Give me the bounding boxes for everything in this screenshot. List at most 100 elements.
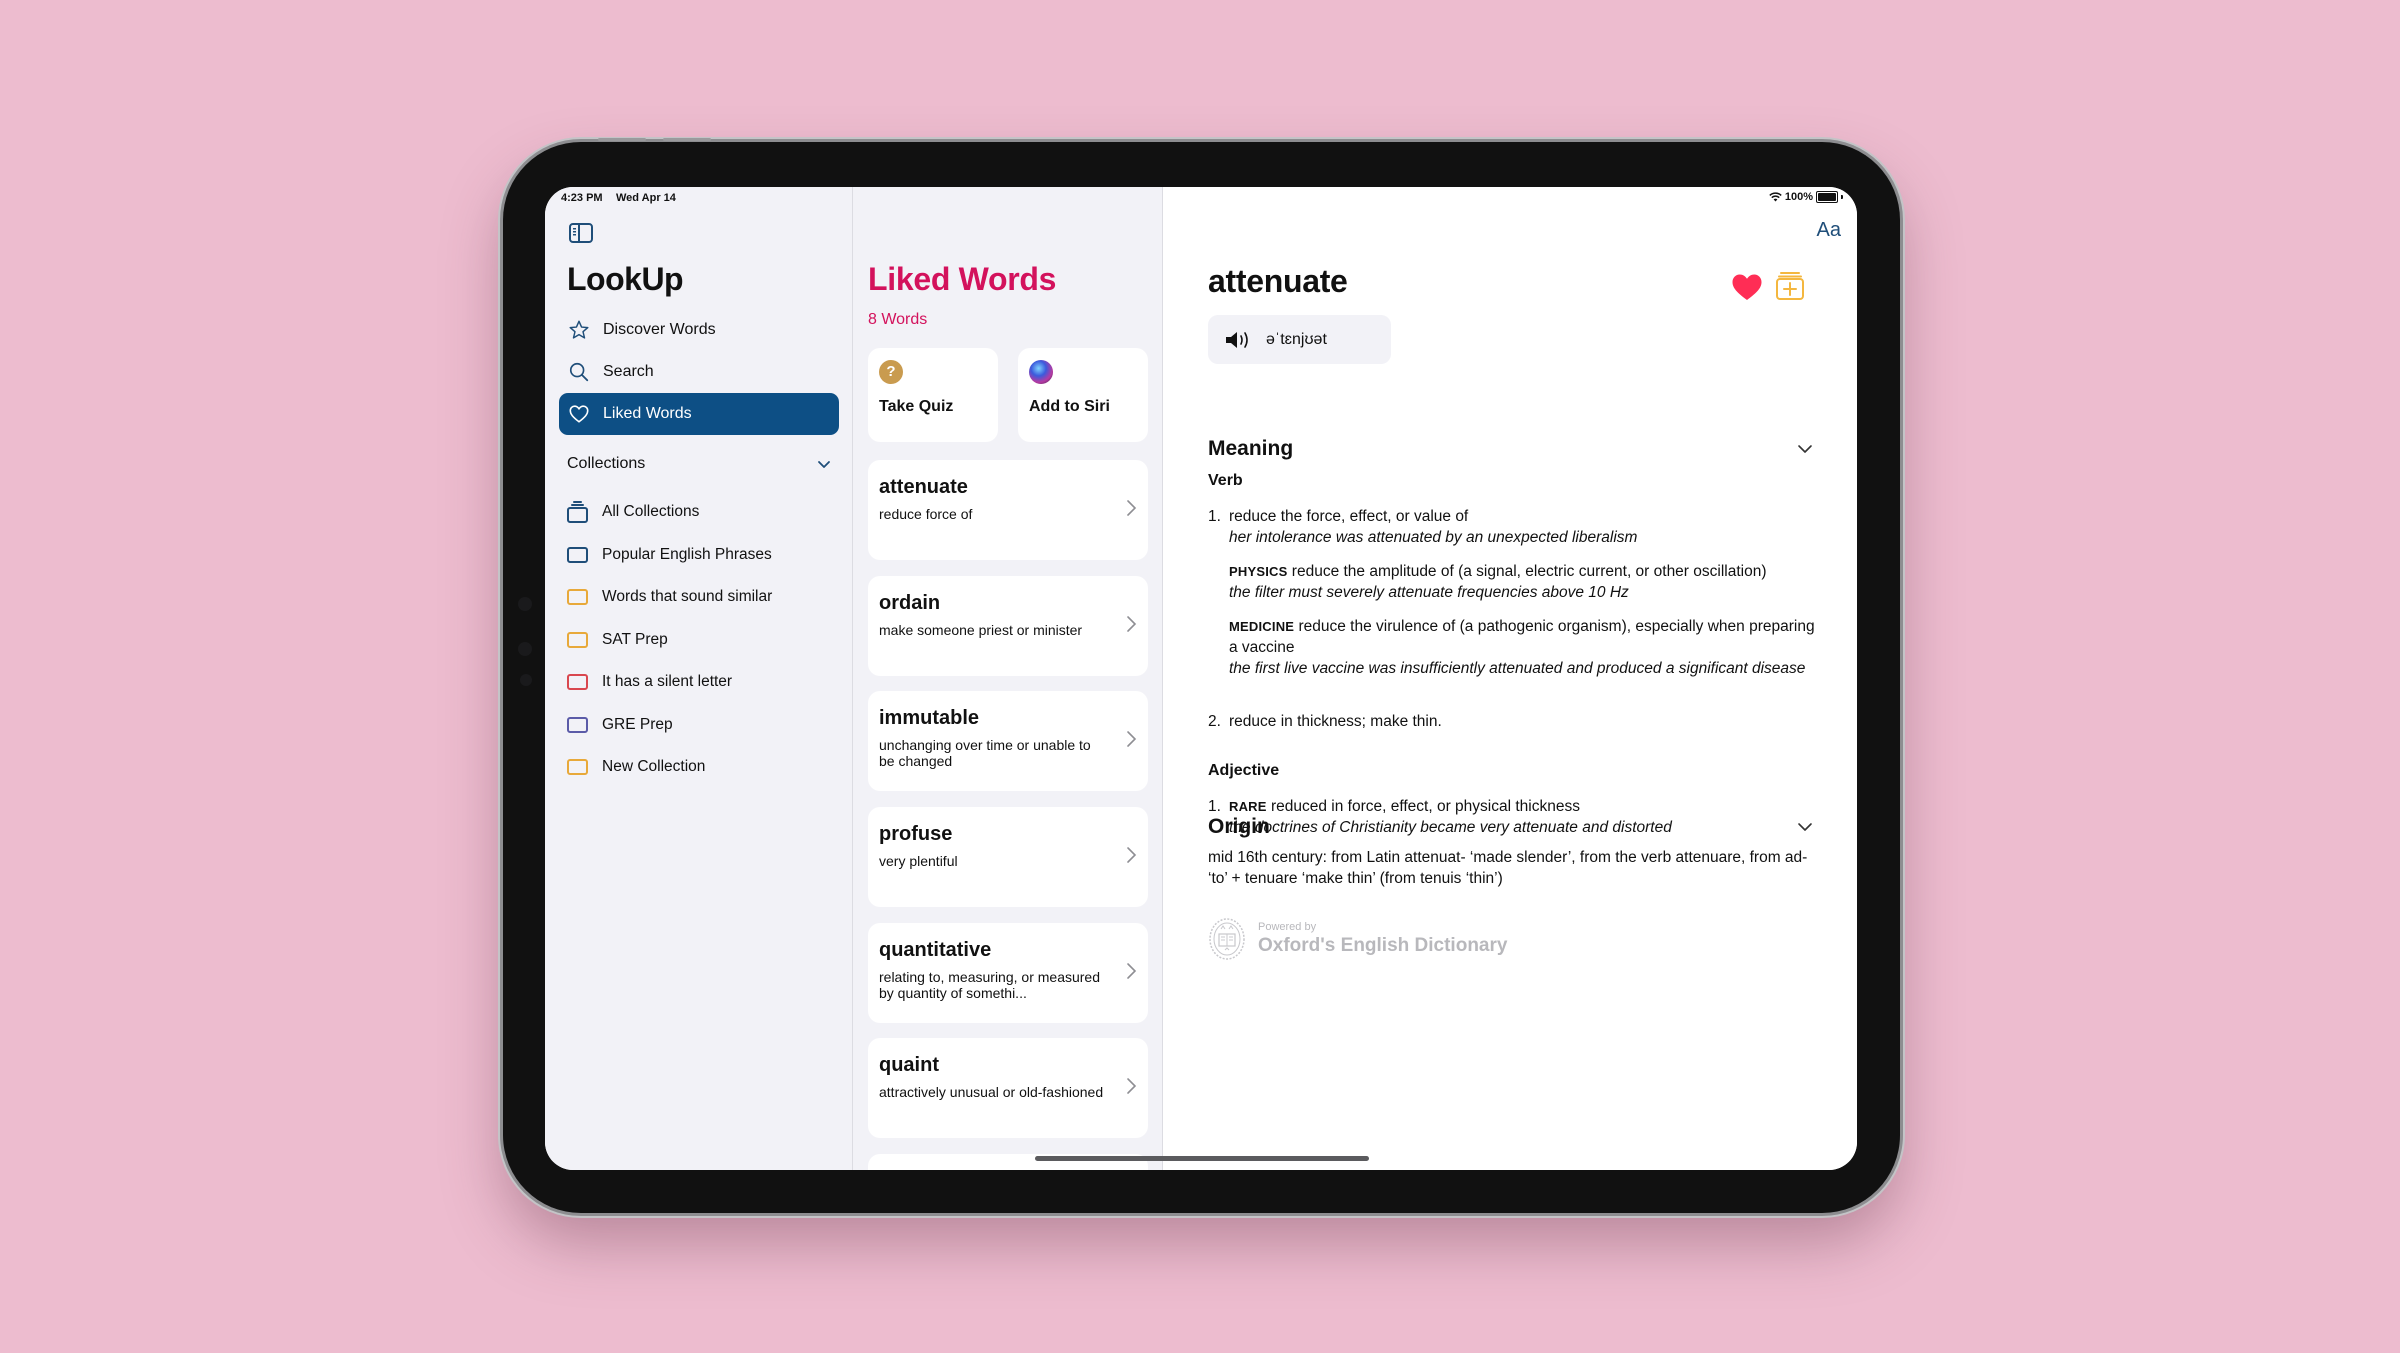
collection-label: GRE Prep [602, 715, 673, 733]
definition-item: 2. reduce in thickness; make thin. [1208, 711, 1818, 732]
definition-number: 1. [1208, 508, 1221, 525]
word-card[interactable]: quaint attractively unusual or old-fashi… [868, 1038, 1148, 1138]
collection-label: Words that sound similar [602, 588, 773, 606]
chevron-right-icon [1127, 731, 1137, 747]
word-definition: relating to, measuring, or measured by q… [879, 969, 1100, 1001]
quiz-icon: ? [879, 360, 903, 384]
meaning-section-header[interactable]: Meaning [1208, 437, 1813, 461]
screen: 4:23 PM Wed Apr 14 100% LookUp Discover … [545, 187, 1857, 1170]
collection-item[interactable]: Popular English Phrases [567, 534, 837, 577]
siri-icon [1029, 360, 1053, 384]
word-card[interactable]: immutable unchanging over time or unable… [868, 691, 1148, 791]
camera-dot [520, 674, 532, 686]
word-count: 8 Words [868, 311, 928, 328]
liked-words-list: Liked Words 8 Words ? Take Quiz Add to S… [853, 187, 1163, 1170]
sidebar-item-search[interactable]: Search [559, 351, 839, 393]
word-card[interactable]: ordain make someone priest or minister [868, 576, 1148, 676]
battery-percent: 100% [1784, 191, 1813, 203]
collection-folder-icon [567, 716, 588, 733]
word-card[interactable]: profuse very plentiful [868, 807, 1148, 907]
pronunciation-button[interactable]: əˈtɛnjʊət [1208, 315, 1391, 364]
definition-text: reduce the amplitude of (a signal, elect… [1291, 563, 1767, 580]
chevron-right-icon [1127, 616, 1137, 632]
meaning-title: Meaning [1208, 437, 1294, 460]
status-date: Wed Apr 14 [616, 192, 676, 204]
detail-word-title: attenuate [1208, 263, 1348, 299]
definition-text: reduce the virulence of (a pathogenic or… [1229, 618, 1815, 656]
word-title: ordain [879, 592, 941, 614]
collections-stack-icon [567, 501, 588, 524]
collections-header[interactable]: Collections [567, 455, 831, 473]
sidebar-nav: Discover Words Search Liked Words [559, 309, 839, 435]
domain-tag: MEDICINE [1229, 619, 1295, 634]
origin-section-header[interactable]: Origin [1208, 815, 1813, 839]
collection-label: It has a silent letter [602, 673, 733, 691]
part-of-speech-verb: Verb [1208, 472, 1243, 489]
chevron-right-icon [1127, 847, 1137, 863]
definition-number: 1. [1208, 798, 1221, 815]
sidebar-toggle-icon[interactable] [569, 223, 593, 243]
definition-example: the first live vaccine was insufficientl… [1229, 660, 1806, 677]
search-icon [567, 360, 591, 384]
definition-subsense: PHYSICS reduce the amplitude of (a signa… [1208, 561, 1818, 603]
definition-subsense: MEDICINE reduce the virulence of (a path… [1208, 616, 1818, 679]
status-indicators: 100% [1769, 191, 1843, 203]
domain-tag: PHYSICS [1229, 564, 1288, 579]
camera-dot [518, 597, 532, 611]
oxford-seal-icon [1209, 918, 1245, 960]
collection-label: Popular English Phrases [602, 545, 772, 563]
collection-item[interactable]: SAT Prep [567, 619, 837, 662]
app-title: LookUp [567, 261, 684, 297]
collection-item[interactable]: Words that sound similar [567, 576, 837, 619]
battery-tip [1841, 195, 1843, 199]
status-time: 4:23 PM [561, 192, 603, 204]
chevron-down-icon [1798, 823, 1812, 831]
definition-number: 2. [1208, 713, 1221, 730]
font-size-button[interactable]: Aa [1817, 219, 1841, 242]
battery-icon [1816, 191, 1838, 203]
list-title: Liked Words [868, 261, 1057, 297]
star-icon [567, 318, 591, 342]
word-card[interactable]: attenuate reduce force of [868, 460, 1148, 560]
chevron-down-icon [1798, 445, 1812, 453]
chevron-down-icon [818, 460, 830, 468]
word-card[interactable]: quantitative relating to, measuring, or … [868, 923, 1148, 1023]
word-definition: make someone priest or minister [879, 622, 1083, 638]
word-title: quaint [879, 1054, 939, 1076]
chevron-right-icon [1127, 1078, 1137, 1094]
part-of-speech-adjective: Adjective [1208, 762, 1280, 779]
definition-example: her intolerance was attenuated by an une… [1229, 529, 1638, 546]
collection-item[interactable]: It has a silent letter [567, 661, 837, 704]
word-definition: unchanging over time or unable to be cha… [879, 737, 1091, 769]
sidebar-item-discover-words[interactable]: Discover Words [559, 309, 839, 351]
collection-item[interactable]: New Collection [567, 746, 837, 789]
powered-by-label: Powered by [1258, 921, 1317, 933]
sidebar-item-liked-words[interactable]: Liked Words [559, 393, 839, 435]
speaker-icon [1226, 331, 1248, 348]
ipad-device: 4:23 PM Wed Apr 14 100% LookUp Discover … [503, 138, 1900, 1213]
definition-example: the filter must severely attenuate frequ… [1229, 584, 1629, 601]
collection-label: All Collections [602, 503, 700, 521]
collection-item[interactable]: GRE Prep [567, 704, 837, 747]
collection-label: New Collection [602, 758, 706, 776]
collection-label: SAT Prep [602, 630, 668, 648]
heart-filled-icon[interactable] [1731, 273, 1763, 301]
domain-tag: RARE [1229, 799, 1267, 814]
add-to-siri-button[interactable]: Add to Siri [1018, 348, 1148, 442]
collection-all-collections[interactable]: All Collections [567, 491, 837, 534]
sidebar-item-label: Search [603, 363, 654, 380]
take-quiz-button[interactable]: ? Take Quiz [868, 348, 998, 442]
add-to-collection-icon[interactable] [1775, 271, 1805, 301]
word-definition: attractively unusual or old-fashioned [879, 1084, 1104, 1100]
word-title: attenuate [879, 476, 968, 498]
definition-text: reduce in thickness; make thin. [1229, 713, 1442, 730]
collections-list: All Collections Popular English Phrases … [567, 491, 837, 789]
top-button-2 [663, 138, 711, 141]
origin-text: mid 16th century: from Latin attenuat- ‘… [1208, 849, 1808, 887]
powered-by-oxford: Powered by Oxford's English Dictionary [1208, 917, 1507, 961]
home-indicator[interactable] [1035, 1156, 1369, 1161]
wifi-icon [1769, 192, 1782, 202]
chevron-right-icon [1127, 963, 1137, 979]
dictionary-source: Oxford's English Dictionary [1258, 935, 1508, 956]
sidebar-item-label: Liked Words [603, 405, 692, 422]
